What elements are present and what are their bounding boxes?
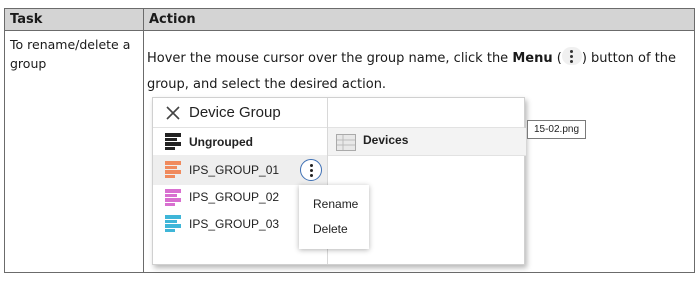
device-group-screenshot: Device Group Devices Ungrouped IPS_GROUP… <box>152 97 526 265</box>
context-menu: Rename Delete <box>299 185 369 249</box>
panel-title: Device Group <box>189 104 281 121</box>
group-icon-orange <box>165 161 181 178</box>
device-list-icon <box>336 134 356 151</box>
action-text-start: Hover the mouse cursor over the group na… <box>147 51 513 66</box>
device-stack-icon <box>165 133 181 150</box>
group-label-2[interactable]: IPS_GROUP_02 <box>189 190 279 204</box>
action-cell: Hover the mouse cursor over the group na… <box>147 46 687 98</box>
group-icon-pink <box>165 189 181 206</box>
devices-header: Devices <box>328 128 526 156</box>
devices-label: Devices <box>363 133 409 147</box>
menu-item-rename[interactable]: Rename <box>313 197 358 211</box>
group-label-3[interactable]: IPS_GROUP_03 <box>189 217 279 231</box>
group-menu-button[interactable] <box>300 159 322 181</box>
column-divider <box>143 9 144 272</box>
group-icon-cyan <box>165 215 181 232</box>
menu-word: Menu <box>512 51 553 66</box>
header-action: Action <box>149 12 196 27</box>
close-icon[interactable] <box>165 105 181 121</box>
task-cell: To rename/delete a group <box>10 37 131 71</box>
header-task: Task <box>10 12 43 27</box>
table-header: Task Action <box>5 9 694 31</box>
paren-open: ( <box>552 51 562 66</box>
image-filename-tag: 15-02.png <box>527 120 586 139</box>
group-label-1[interactable]: IPS_GROUP_01 <box>189 163 279 177</box>
ungrouped-label[interactable]: Ungrouped <box>189 135 253 149</box>
kebab-menu-icon <box>561 47 582 65</box>
menu-item-delete[interactable]: Delete <box>313 222 348 236</box>
